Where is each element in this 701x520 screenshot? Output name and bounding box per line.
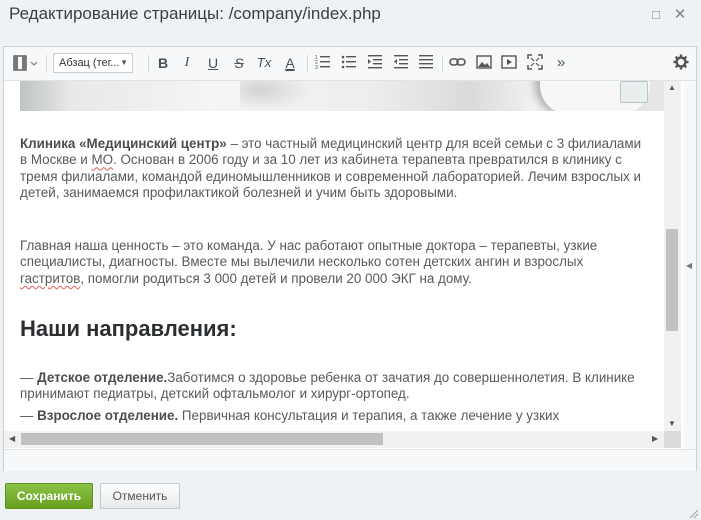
list-item: — Взрослое отделение. Первичная консульт… bbox=[20, 408, 640, 424]
format-select-value: Абзац (тег... bbox=[59, 57, 120, 69]
italic-button[interactable]: I bbox=[178, 54, 196, 72]
svg-text:3: 3 bbox=[315, 65, 318, 70]
fullscreen-button[interactable] bbox=[526, 54, 544, 72]
fullscreen-icon bbox=[527, 54, 543, 70]
settings-button[interactable] bbox=[672, 54, 690, 72]
indent-icon bbox=[368, 55, 382, 69]
toolbar-separator bbox=[307, 55, 308, 72]
underline-button[interactable]: U bbox=[204, 54, 222, 72]
dialog-titlebar[interactable]: Редактирование страницы: /company/index.… bbox=[0, 0, 701, 30]
spellcheck-word[interactable]: гастритов bbox=[20, 271, 80, 286]
font-color-button[interactable]: A bbox=[281, 54, 299, 72]
clinic-name: Клиника «Медицинский центр» bbox=[20, 136, 227, 151]
link-button[interactable] bbox=[449, 54, 467, 72]
intro-paragraph: Клиника «Медицинский центр» – это частны… bbox=[20, 136, 648, 202]
image-button[interactable] bbox=[475, 54, 493, 72]
strikethrough-icon: S bbox=[234, 55, 244, 71]
remove-format-icon: Tx bbox=[256, 55, 272, 70]
video-button[interactable] bbox=[500, 54, 518, 72]
font-color-icon: A bbox=[285, 55, 295, 71]
unordered-list-button[interactable] bbox=[340, 54, 358, 72]
restore-button[interactable]: □ bbox=[648, 7, 664, 23]
list-item-text: Первичная консультация и терапия, а такж… bbox=[178, 408, 560, 423]
scrollbar-corner bbox=[664, 431, 681, 448]
list-dash: — bbox=[20, 408, 38, 423]
toolbar-separator bbox=[442, 55, 443, 72]
editor-statusbar bbox=[4, 449, 696, 471]
view-mode-button[interactable] bbox=[12, 54, 38, 72]
resize-grip-icon[interactable] bbox=[688, 508, 699, 519]
bold-button[interactable]: B bbox=[154, 54, 172, 72]
clinic-photo bbox=[20, 81, 664, 111]
unordered-list-icon bbox=[341, 55, 356, 69]
chevron-down-icon: ▼ bbox=[120, 58, 128, 67]
values-paragraph: Главная наша ценность – это команда. У н… bbox=[20, 238, 648, 287]
link-icon bbox=[449, 58, 466, 66]
horizontal-scrollbar[interactable]: ◀ ▶ bbox=[4, 431, 664, 448]
image-icon bbox=[476, 55, 492, 69]
scroll-down-icon[interactable]: ▼ bbox=[668, 419, 676, 428]
close-button[interactable]: ✕ bbox=[672, 7, 688, 23]
values-text-b: , помогли родиться 3 000 детей и провели… bbox=[80, 270, 472, 286]
outdent-icon bbox=[394, 55, 408, 69]
list-item-title: Детское отделение. bbox=[37, 370, 168, 385]
scroll-left-icon[interactable]: ◀ bbox=[9, 434, 15, 443]
more-icon: » bbox=[556, 54, 566, 71]
sidebar-toggle[interactable]: ◀ bbox=[684, 81, 696, 449]
video-icon bbox=[501, 55, 517, 69]
outdent-button[interactable] bbox=[392, 54, 410, 72]
ordered-list-button[interactable]: 1 2 3 bbox=[314, 54, 332, 72]
gear-icon bbox=[673, 54, 689, 70]
list-item-title: Взрослое отделение. bbox=[37, 408, 179, 423]
horizontal-scroll-thumb[interactable] bbox=[21, 433, 383, 445]
ordered-list-icon: 1 2 3 bbox=[315, 55, 330, 70]
scroll-up-icon[interactable]: ▲ bbox=[668, 83, 676, 92]
strikethrough-button[interactable]: S bbox=[230, 54, 248, 72]
bold-icon: B bbox=[157, 55, 169, 71]
save-button[interactable]: Сохранить bbox=[5, 483, 93, 509]
vertical-scroll-thumb[interactable] bbox=[666, 229, 678, 331]
chevron-left-icon: ◀ bbox=[686, 261, 693, 270]
dialog-title: Редактирование страницы: /company/index.… bbox=[9, 4, 381, 23]
values-text-a: Главная наша ценность – это команда. У н… bbox=[20, 238, 598, 270]
directions-heading: Наши направления: bbox=[20, 316, 237, 341]
editor-toolbar: Абзац (тег... ▼ B I U S Tx A 1 2 3 » bbox=[4, 47, 696, 81]
toolbar-separator bbox=[46, 55, 47, 72]
intro-text-b: . Основан в 2006 году и за 10 лет из каб… bbox=[20, 152, 641, 201]
edit-page-dialog: Редактирование страницы: /company/index.… bbox=[0, 0, 701, 520]
align-icon bbox=[419, 55, 433, 69]
list-item: — Детское отделение.Заботимся о здоровье… bbox=[20, 370, 640, 403]
align-button[interactable] bbox=[417, 54, 435, 72]
spellcheck-word[interactable]: МО bbox=[91, 152, 113, 167]
editor-content[interactable]: Клиника «Медицинский центр» – это частны… bbox=[4, 81, 664, 431]
underline-icon: U bbox=[207, 55, 219, 71]
more-button[interactable]: » bbox=[552, 54, 570, 72]
doctor-badge-icon bbox=[620, 81, 648, 103]
italic-icon: I bbox=[184, 55, 190, 70]
toolbar-separator bbox=[148, 55, 149, 72]
scroll-right-icon[interactable]: ▶ bbox=[652, 434, 658, 443]
view-mode-icon bbox=[13, 55, 38, 71]
cancel-button[interactable]: Отменить bbox=[100, 483, 180, 509]
vertical-scrollbar[interactable]: ▲ ▼ bbox=[664, 81, 681, 431]
html-editor: Абзац (тег... ▼ B I U S Tx A 1 2 3 » Кли… bbox=[3, 46, 697, 471]
remove-format-button[interactable]: Tx bbox=[255, 54, 273, 72]
format-select[interactable]: Абзац (тег... ▼ bbox=[53, 53, 133, 73]
list-dash: — bbox=[20, 370, 38, 385]
indent-button[interactable] bbox=[366, 54, 384, 72]
